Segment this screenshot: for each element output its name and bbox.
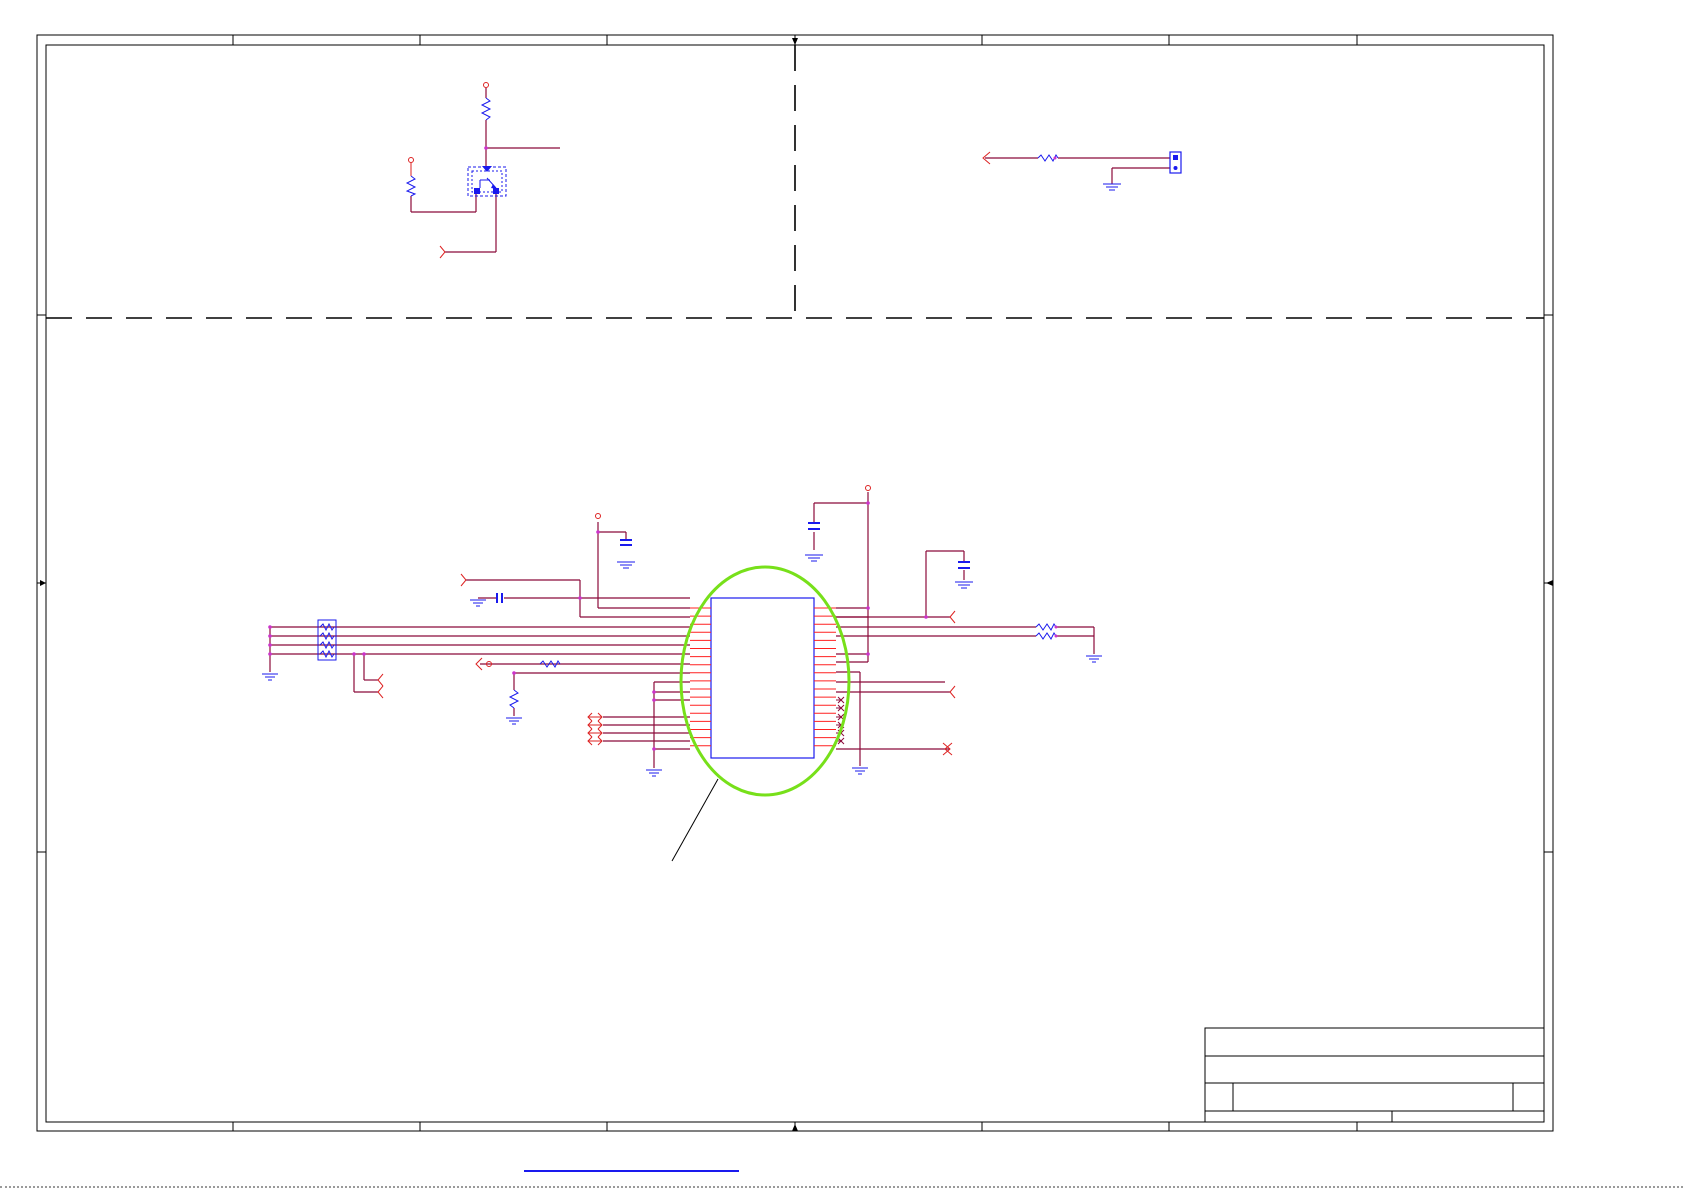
resistor-icon: [405, 97, 492, 197]
header-connector-icon: [1169, 151, 1182, 174]
zone-ticks-sides: [37, 314, 1553, 853]
junction-dot: [484, 146, 488, 150]
port-arrow-icon: [439, 245, 446, 259]
capacitor-icon: [496, 522, 970, 603]
footer-link[interactable]: [524, 1160, 739, 1172]
ic-circuit: [262, 485, 1102, 777]
power-pin-icon: [408, 82, 489, 176]
section-dividers: [46, 45, 1544, 319]
drawing-frame: [36, 34, 1554, 1132]
power-pin-icon: [486, 485, 871, 667]
ic-left-pins: [690, 607, 711, 747]
ic-right-pins: [814, 607, 836, 747]
page-edge-dotted-line: [0, 1186, 1683, 1188]
schematic-sheet: [36, 34, 1554, 1132]
transistor-driver-circuit: [405, 82, 560, 259]
bidirectional-port-icon: [587, 712, 603, 746]
ic-wires: [269, 492, 1095, 768]
transistor-icon: [467, 166, 507, 197]
callout-leader-line: [671, 778, 719, 862]
highlight-annotation: [671, 565, 851, 862]
junction-dot: [268, 501, 1058, 751]
center-marks: [40, 38, 1553, 1131]
ground-icon: [1103, 183, 1121, 191]
connector-circuit: [982, 151, 1182, 191]
ic-body: [710, 597, 815, 759]
junction-dot: [1053, 156, 1057, 160]
outer-border: [36, 34, 1554, 1132]
title-block: [1204, 1027, 1545, 1123]
